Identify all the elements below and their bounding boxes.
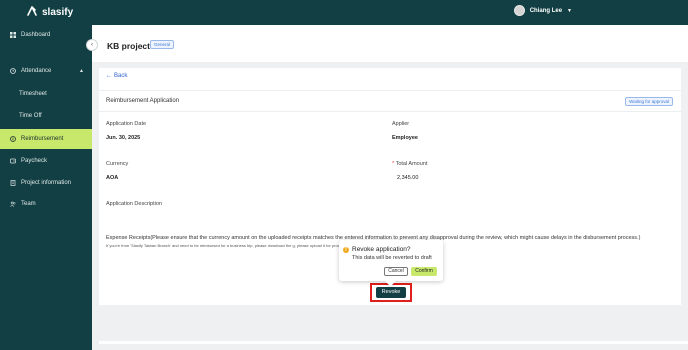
applier-value: Employee [392, 135, 418, 141]
page-title: KB project [107, 41, 150, 51]
section-title: Reimbursement Application [106, 98, 180, 104]
chevron-left-icon: ‹ [91, 42, 93, 48]
collapse-sidebar-button[interactable]: ‹ [86, 39, 98, 51]
receipt-icon [10, 136, 16, 142]
sidebar-item-label: Dashboard [21, 32, 51, 38]
sidebar-item-attendance[interactable]: Attendance ▲ [0, 61, 92, 81]
section-header: Reimbursement Application Waiting for ap… [99, 90, 681, 112]
chevron-down-icon: ▼ [567, 7, 572, 14]
grid-icon [10, 32, 16, 38]
slasify-logo-icon [26, 5, 38, 20]
cancel-button[interactable]: Cancel [384, 267, 408, 276]
application-date-label: Application Date [106, 121, 147, 127]
back-link[interactable]: ← Back [106, 73, 127, 79]
arrow-left-icon: ← [106, 73, 112, 79]
sidebar-item-label: Time Off [19, 113, 42, 119]
user-menu[interactable]: Chiang Lee ▼ [513, 5, 572, 16]
required-mark: * [392, 161, 395, 167]
sidebar-item-label: Team [21, 201, 36, 207]
document-icon [10, 180, 16, 186]
chevron-up-icon: ▲ [79, 68, 84, 74]
description-label: Application Description [106, 201, 162, 207]
clock-icon [10, 68, 16, 74]
sidebar-item-project-information[interactable]: Project information [0, 173, 92, 193]
popover-title: Revoke application? [352, 246, 411, 253]
sidebar-item-paycheck[interactable]: Paycheck [0, 151, 92, 171]
applier-label: Applier [392, 121, 410, 127]
revoke-button[interactable]: Revoke [376, 287, 406, 298]
wallet-icon [10, 158, 16, 164]
sidebar-item-dashboard[interactable]: Dashboard [0, 25, 92, 45]
brand-name: slasify [42, 7, 74, 18]
back-label: Back [114, 73, 128, 79]
sidebar-item-label: Reimbursement [21, 136, 64, 142]
application-date-value: Jun. 30, 2025 [106, 135, 141, 141]
top-bar: slasify Chiang Lee ▼ [0, 0, 688, 25]
avatar [513, 5, 525, 16]
sidebar-item-label: Attendance [21, 68, 52, 74]
sidebar-item-label: Timesheet [19, 91, 47, 97]
currency-value: AOA [106, 175, 119, 181]
sidebar-item-label: Paycheck [21, 158, 48, 164]
brand-logo[interactable]: slasify [26, 5, 73, 20]
receipts-note: If you're from 'Slasify Taiwan Branch' a… [106, 243, 353, 248]
sidebar-item-timesheet[interactable]: Timesheet [0, 84, 92, 104]
sidebar-item-time-off[interactable]: Time Off [0, 106, 92, 126]
currency-label: Currency [106, 161, 129, 167]
sidebar-item-reimbursement[interactable]: Reimbursement [0, 129, 92, 149]
sidebar: Dashboard Attendance ▲ Timesheet Time Of… [0, 25, 92, 350]
total-amount-value: 2,345.00 [397, 175, 419, 181]
status-badge: Waiting for approval [625, 97, 673, 106]
warning-icon: ! [343, 247, 349, 253]
footer-strip [99, 341, 688, 344]
confirm-button[interactable]: Confirm [411, 267, 437, 276]
popover-message: This data will be reverted to draft [352, 255, 432, 261]
people-icon [10, 201, 16, 207]
sidebar-item-label: Project information [21, 180, 72, 186]
sidebar-item-team[interactable]: Team [0, 194, 92, 214]
total-amount-label-text: Total Amount [395, 161, 428, 167]
revoke-confirm-popover: ! Revoke application? This data will be … [339, 240, 443, 281]
user-name: Chiang Lee [529, 7, 563, 14]
page-header: KB project General [92, 25, 688, 62]
project-tag: General [150, 40, 175, 49]
total-amount-label: * Total Amount [392, 161, 427, 167]
